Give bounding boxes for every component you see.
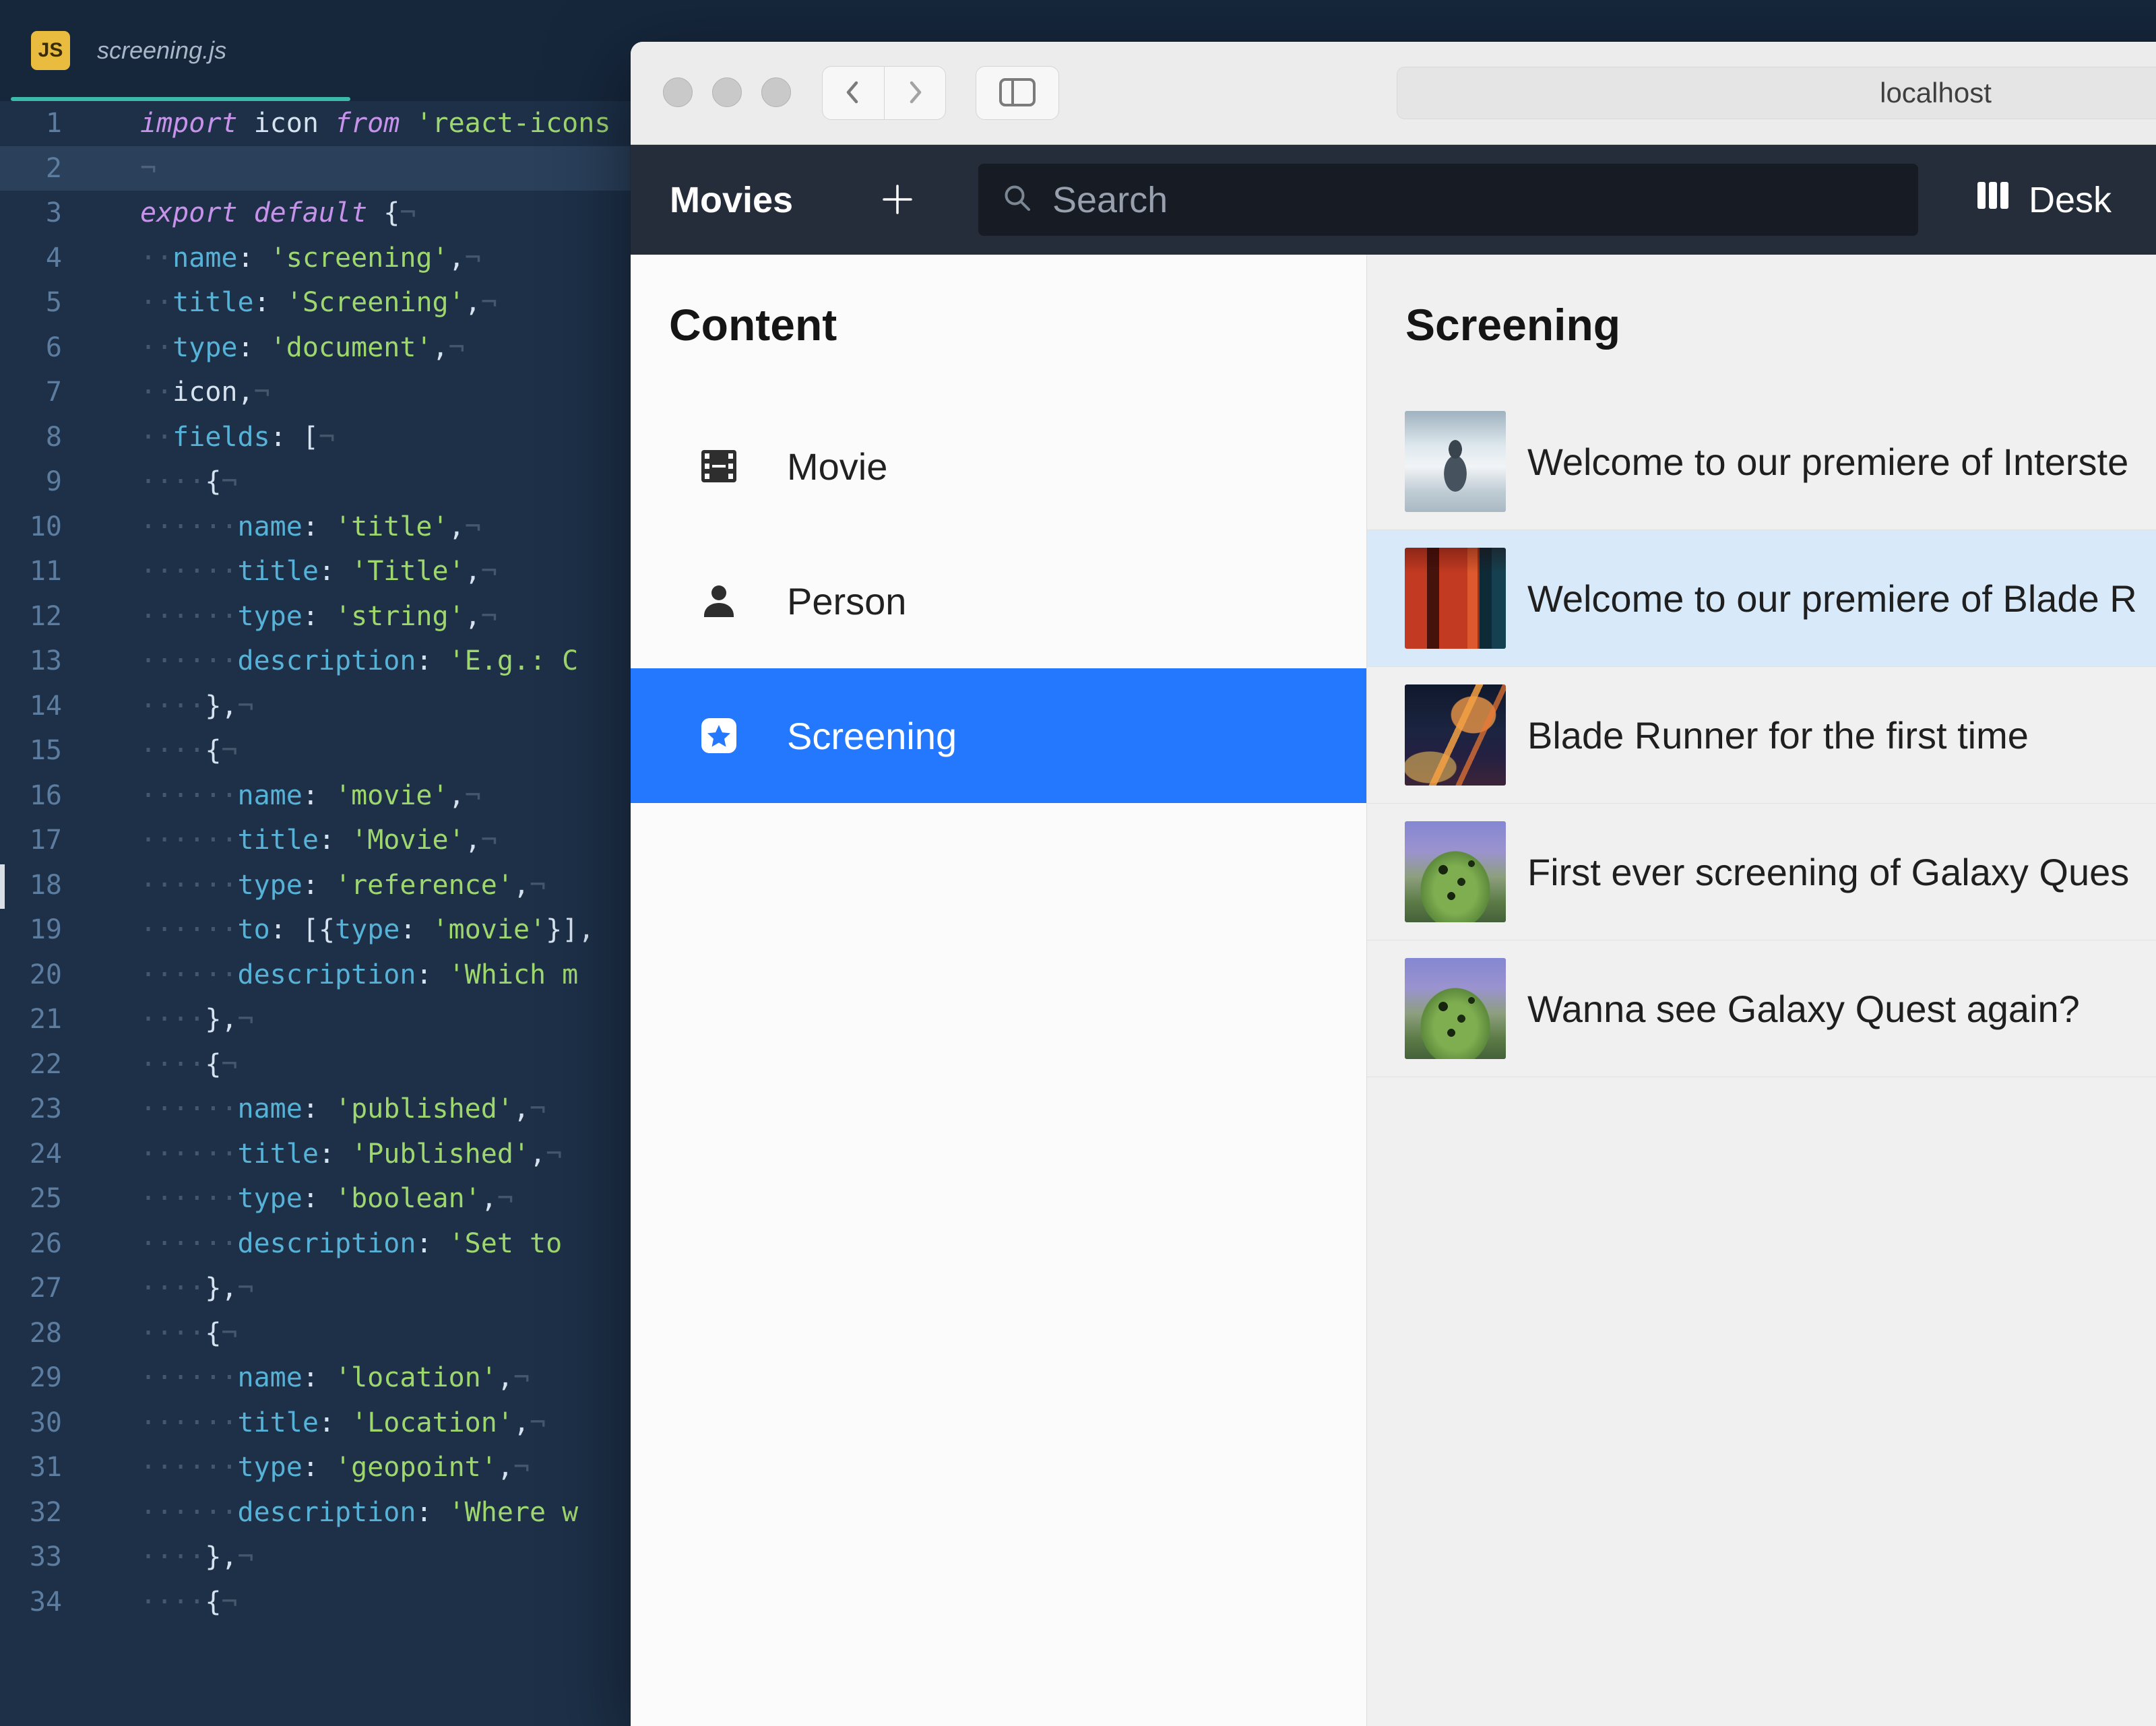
- document-list-item[interactable]: Blade Runner for the first time: [1367, 667, 2156, 804]
- blade-runner-2049-thumbnail: [1405, 548, 1506, 649]
- line-number: 34: [0, 1580, 62, 1625]
- film-icon: [698, 449, 740, 484]
- line-number: 24: [0, 1132, 62, 1177]
- person-icon: [698, 582, 740, 620]
- content-type-movie[interactable]: Movie: [631, 399, 1366, 534]
- document-title: Welcome to our premiere of Blade R: [1527, 577, 2137, 620]
- columns-icon: [1975, 177, 2011, 222]
- search-icon: [1001, 182, 1034, 218]
- document-list: Welcome to our premiere of Interste Welco…: [1367, 393, 2156, 1077]
- line-number: 16: [0, 773, 62, 819]
- document-title: Wanna see Galaxy Quest again?: [1527, 987, 2080, 1031]
- line-number: 6: [0, 325, 62, 371]
- interstellar-thumbnail: [1405, 411, 1506, 512]
- line-number: 23: [0, 1087, 62, 1132]
- history-nav-group: [822, 66, 946, 120]
- line-number: 26: [0, 1221, 62, 1267]
- documents-pane-heading: Screening: [1405, 299, 1620, 350]
- content-pane-heading: Content: [669, 299, 837, 350]
- content-type-person[interactable]: Person: [631, 534, 1366, 668]
- line-number: 9: [0, 459, 62, 505]
- line-number: 11: [0, 549, 62, 594]
- line-number: 27: [0, 1266, 62, 1311]
- studio-title[interactable]: Movies: [670, 145, 793, 255]
- browser-titlebar: localhost: [631, 42, 2156, 145]
- sidebar-icon: [998, 77, 1036, 109]
- content-type-label: Person: [787, 579, 906, 623]
- line-number: 12: [0, 594, 62, 639]
- document-list-item[interactable]: Welcome to our premiere of Interste: [1367, 393, 2156, 530]
- url-field[interactable]: localhost: [1397, 67, 2156, 119]
- search-placeholder: Search: [1052, 179, 1168, 221]
- line-number: 21: [0, 997, 62, 1042]
- content-type-list: Movie Person Screening: [631, 399, 1366, 803]
- content-type-screening[interactable]: Screening: [631, 668, 1366, 803]
- document-list-item[interactable]: Wanna see Galaxy Quest again?: [1367, 940, 2156, 1077]
- forward-button[interactable]: [885, 67, 946, 119]
- line-number: 8: [0, 415, 62, 460]
- line-number: 1: [0, 101, 62, 146]
- line-number: 31: [0, 1445, 62, 1490]
- chevron-left-icon: [842, 77, 864, 109]
- line-number: 22: [0, 1042, 62, 1087]
- line-number: 10: [0, 505, 62, 550]
- search-input[interactable]: Search: [978, 164, 1918, 236]
- line-number: 29: [0, 1355, 62, 1401]
- studio-navbar: Movies Search Desk: [631, 145, 2156, 255]
- plus-icon: [879, 210, 916, 220]
- line-number: 18: [0, 863, 62, 908]
- content-pane: Content Movie Person Screening: [631, 255, 1367, 1726]
- zoom-window-button[interactable]: [761, 77, 791, 107]
- star-badge-icon: [698, 717, 740, 755]
- document-title: Blade Runner for the first time: [1527, 713, 2029, 757]
- line-number: 13: [0, 639, 62, 684]
- javascript-file-icon: JS: [31, 31, 70, 70]
- url-text: localhost: [1880, 77, 1992, 109]
- back-button[interactable]: [823, 67, 885, 119]
- create-new-button[interactable]: [879, 181, 916, 218]
- document-list-item[interactable]: Welcome to our premiere of Blade R: [1367, 530, 2156, 667]
- line-number: 4: [0, 236, 62, 281]
- line-number: 5: [0, 280, 62, 325]
- sidebar-toggle-button[interactable]: [976, 66, 1059, 120]
- line-number: 28: [0, 1311, 62, 1356]
- document-title: Welcome to our premiere of Interste: [1527, 440, 2128, 484]
- document-list-item[interactable]: First ever screening of Galaxy Ques: [1367, 804, 2156, 940]
- document-title: First ever screening of Galaxy Ques: [1527, 850, 2129, 894]
- line-number: 19: [0, 907, 62, 953]
- line-number: 33: [0, 1535, 62, 1580]
- line-number: 25: [0, 1176, 62, 1221]
- editor-tab[interactable]: JS screening.js: [0, 0, 226, 101]
- line-number: 30: [0, 1401, 62, 1446]
- blade-runner-thumbnail: [1405, 684, 1506, 786]
- line-number: 15: [0, 728, 62, 773]
- close-window-button[interactable]: [663, 77, 693, 107]
- line-number: 14: [0, 684, 62, 729]
- browser-window: localhost Movies Search Desk Content Mov…: [631, 42, 2156, 1726]
- content-type-label: Screening: [787, 714, 957, 758]
- minimize-window-button[interactable]: [712, 77, 742, 107]
- desk-label: Desk: [2029, 179, 2112, 221]
- documents-pane: Screening Welcome to our premiere of Int…: [1367, 255, 2156, 1726]
- chevron-right-icon: [903, 77, 926, 109]
- gutter-marker: [0, 864, 5, 909]
- line-number: 2: [0, 146, 62, 191]
- line-number: 3: [0, 191, 62, 236]
- desk-panes: Content Movie Person Screening Screening W…: [631, 255, 2156, 1726]
- line-number: 7: [0, 370, 62, 415]
- line-number: 17: [0, 818, 62, 863]
- desk-tool-button[interactable]: Desk: [1975, 145, 2112, 255]
- galaxy-quest-2-thumbnail: [1405, 958, 1506, 1059]
- line-number: 32: [0, 1490, 62, 1535]
- tab-filename: screening.js: [97, 36, 226, 65]
- content-type-label: Movie: [787, 445, 887, 488]
- galaxy-quest-thumbnail: [1405, 821, 1506, 922]
- line-number: 20: [0, 953, 62, 998]
